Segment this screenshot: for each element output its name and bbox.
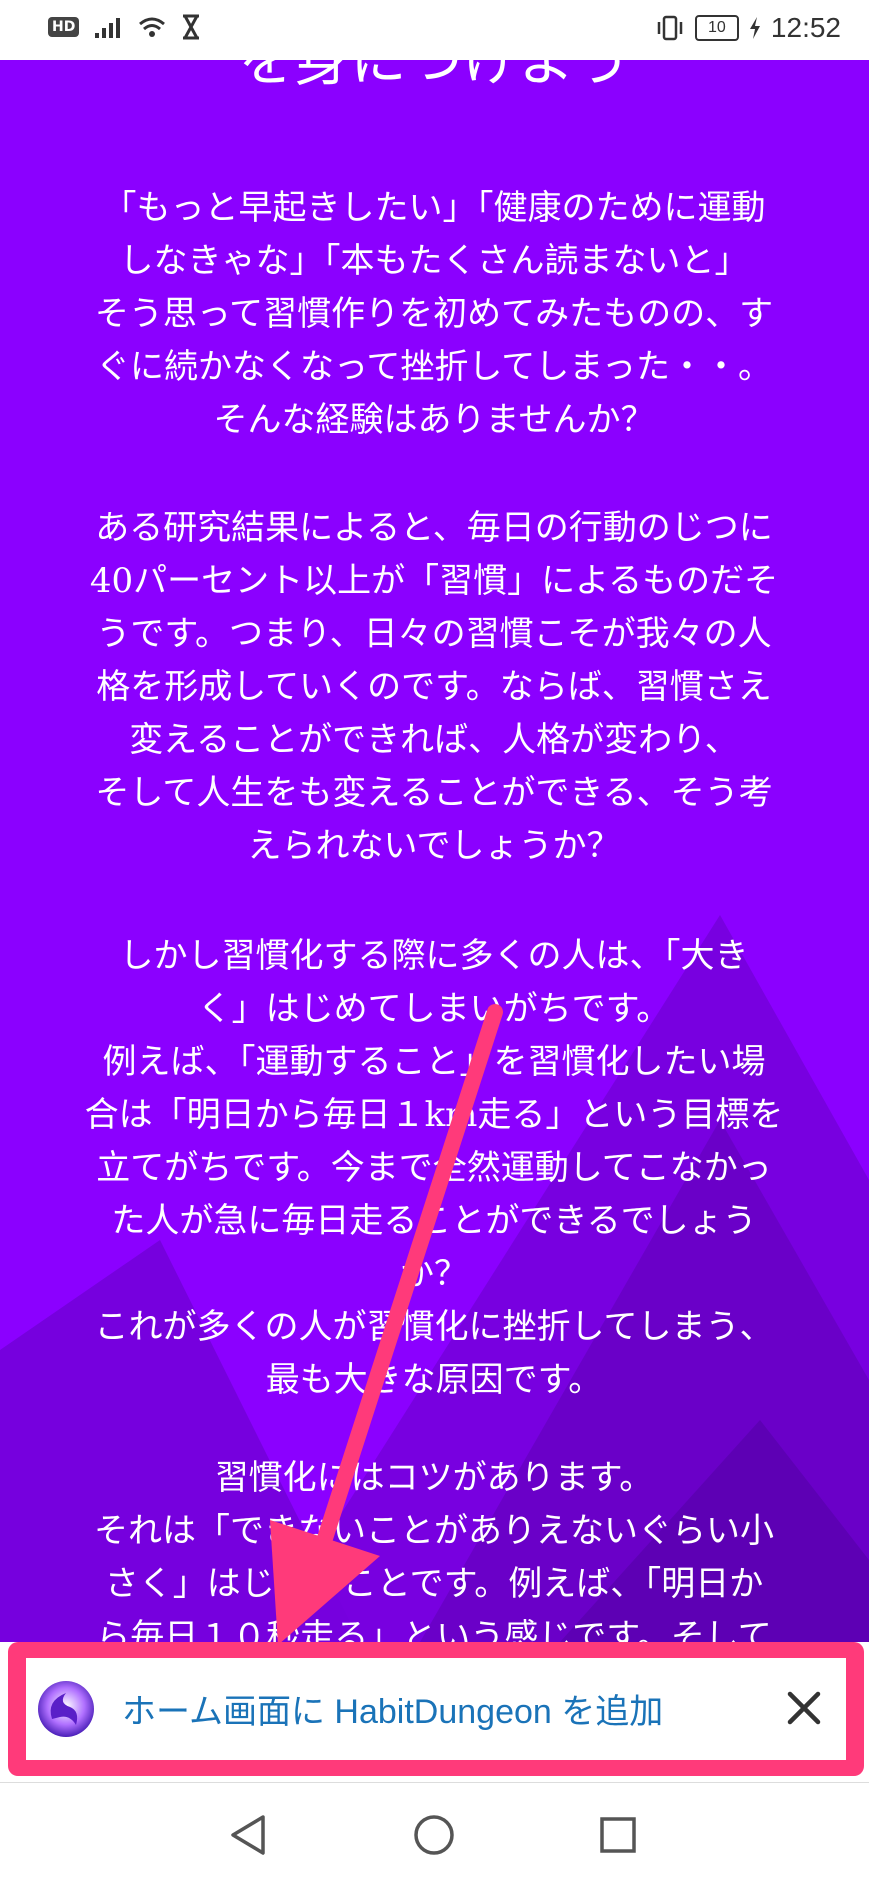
intro-paragraph: 「もっと早起きしたい」「健康のために運動 しなきゃな」「本もたくさん読まないと」… — [94, 188, 774, 440]
tip-paragraph: 習慣化にはコツがあります。 それは「できないことがありえないぐらい小 さく」はじ… — [94, 1458, 774, 1642]
system-nav-bar — [0, 1782, 869, 1884]
battery-indicator: 10 — [694, 15, 739, 41]
signal-icon — [95, 18, 121, 38]
back-triangle-icon[interactable] — [225, 1811, 273, 1859]
add-to-home-banner-highlight: ホーム画面に HabitDungeon を追加 — [8, 1642, 864, 1776]
home-circle-icon[interactable] — [410, 1811, 458, 1859]
status-right-group: 10 12:52 — [655, 12, 841, 44]
status-time: 12:52 — [770, 12, 841, 43]
charging-icon — [749, 17, 760, 39]
wifi-icon — [139, 17, 166, 37]
hourglass-icon — [183, 14, 200, 40]
habitdungeon-app-icon — [38, 1681, 94, 1737]
status-bar: HD 10 12:52 — [0, 0, 869, 60]
close-icon[interactable] — [776, 1680, 832, 1736]
network-type-badge: HD — [48, 17, 80, 37]
add-to-home-banner[interactable]: ホーム画面に HabitDungeon を追加 — [26, 1658, 846, 1760]
status-left-group: HD — [48, 14, 201, 40]
recents-square-icon[interactable] — [594, 1811, 642, 1859]
page-heading-partial: を身につけよう — [238, 60, 631, 94]
main-content: を身につけよう 「もっと早起きしたい」「健康のために運動 しなきゃな」「本もたく… — [0, 60, 869, 1642]
add-to-home-label[interactable]: ホーム画面に HabitDungeon を追加 — [122, 1684, 663, 1733]
research-paragraph: ある研究結果によると、毎日の行動のじつに 40パーセント以上が「習慣」によるもの… — [89, 508, 779, 866]
vibrate-icon — [657, 15, 683, 41]
problem-paragraph: しかし習慣化する際に多くの人は、「大き く」はじめてしまいがちです。 例えば、「… — [84, 936, 784, 1400]
